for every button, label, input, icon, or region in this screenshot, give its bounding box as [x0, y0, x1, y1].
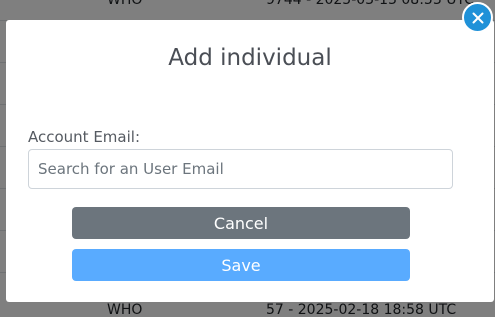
email-label: Account Email:: [28, 128, 141, 146]
add-individual-dialog: Add individual Account Email: Cancel Sav…: [6, 20, 494, 302]
cancel-button[interactable]: Cancel: [72, 207, 410, 239]
save-button[interactable]: Save: [72, 249, 410, 281]
close-icon: [472, 12, 484, 24]
close-dialog-button[interactable]: [462, 2, 493, 33]
dialog-title: Add individual: [168, 45, 332, 71]
email-search-input[interactable]: [28, 149, 453, 189]
